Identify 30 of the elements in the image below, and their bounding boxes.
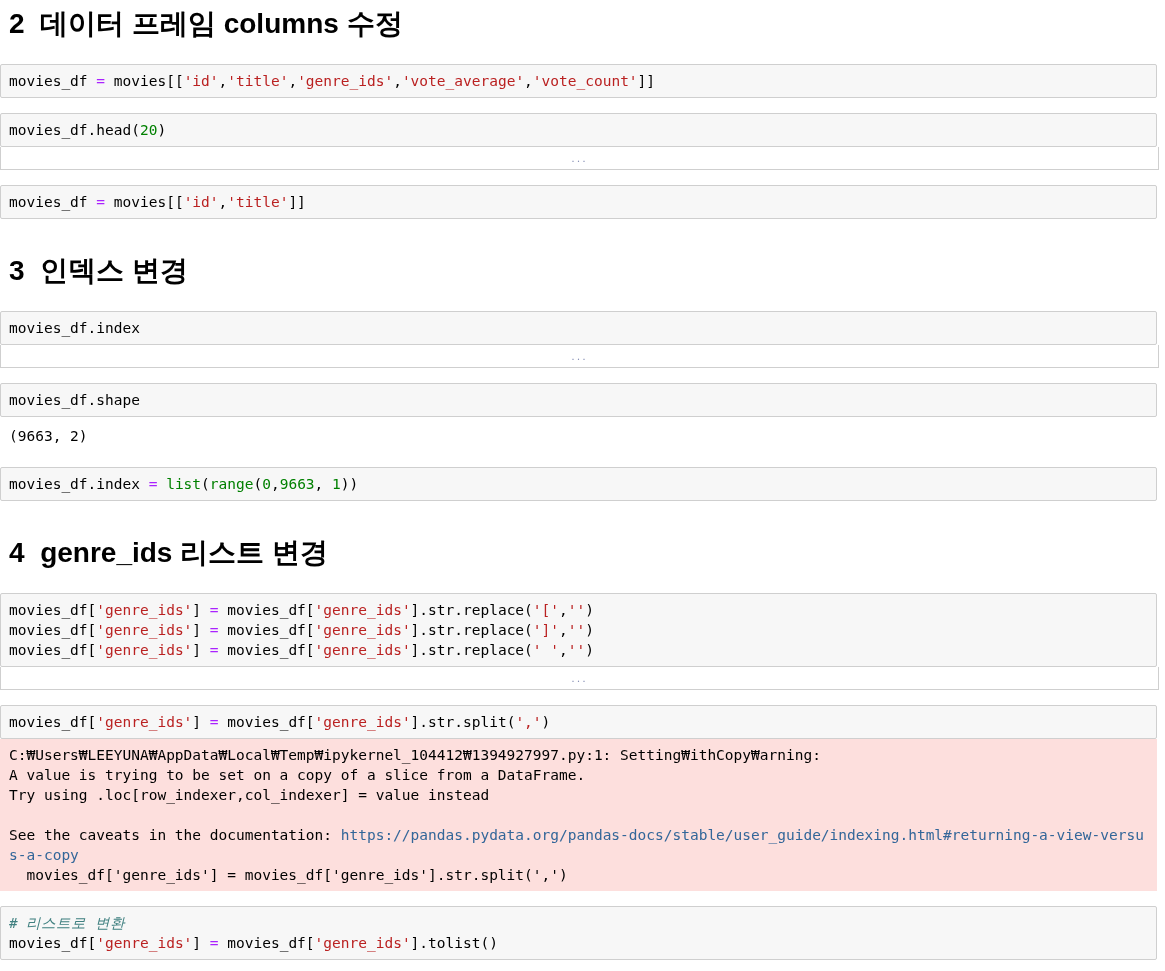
code-line: movies_df = movies[['id','title','genre_ids','vote_average','vote_count']] [9,72,656,91]
code-cell[interactable]: movies_df.index [0,311,1157,345]
code-line: movies_df = movies[['id','title']] [9,193,306,212]
section-heading: 4 genre_ids 리스트 변경 [9,536,329,570]
code-line: movies_df.head(20) [9,121,167,140]
warning-source-line: movies_df['genre_ids'] = movies_df['genre_ids'].str.split(',') [25,866,568,885]
code-comment: # 리스트로 변환 [9,914,126,933]
code-line: movies_df['genre_ids'] = movies_df['genre_ids'].str.split(',') [9,713,551,732]
code-line: movies_df.index [9,319,140,338]
documentation-link[interactable]: https://pandas.pydata.org/pandas-docs/stable/user_guide/indexing.html#returning-a-view-versu [340,827,1144,843]
code-line: movies_df['genre_ids'] = movies_df['genre_ids'].str.replace(' ','') [9,641,594,660]
code-cell[interactable]: movies_df['genre_ids'] = movies_df['genre_ids'].str.split(',') [0,705,1157,739]
code-cell[interactable]: movies_df.index = list(range(0,9663, 1)) [0,467,1157,501]
code-cell[interactable]: # 리스트로 변환 movies_df['genre_ids'] = movies_df['genre_ids'].tolist() [0,906,1157,960]
warning-note: See the caveats in the documentation: https://pandas.pydata.org/pandas-docs/stable/user_guide/indexing.html#returning-a-view-versu [9,826,1144,845]
section-heading: 2 데이터 프레임 columns 수정 [9,7,404,41]
documentation-link[interactable]: s-a-copy [9,847,79,863]
section-heading: 3 인덱스 변경 [9,254,189,288]
code-cell[interactable]: movies_df = movies[['id','title','genre_ids','vote_average','vote_count']] [0,64,1157,98]
warning-message: C:₩Users₩LEEYUNA₩AppData₩Local₩Temp₩ipykernel_104412₩1394927997.py:1: Setting₩ithCopy₩arning: A value is trying to be set on a copy of a slice from a DataFrame. Try using .loc[row_indexer,col_indexer] = value instead [9,746,821,805]
code-line: movies_df['genre_ids'] = movies_df['genre_ids'].tolist() [9,934,498,953]
code-cell[interactable]: movies_df.head(20) [0,113,1157,147]
output-text: (9663, 2) [8,427,89,446]
code-cell[interactable]: movies_df = movies[['id','title']] [0,185,1157,219]
code-line: movies_df.index = list(range(0,9663, 1)) [9,475,359,494]
code-line: movies_df.shape [9,391,140,410]
code-line: movies_df['genre_ids'] = movies_df['genre_ids'].str.replace('[','') [9,601,594,620]
code-line: movies_df['genre_ids'] = movies_df['genre_ids'].str.replace(']','') [9,621,594,640]
code-cell[interactable] [0,593,1157,667]
code-cell[interactable]: movies_df.shape [0,383,1157,417]
